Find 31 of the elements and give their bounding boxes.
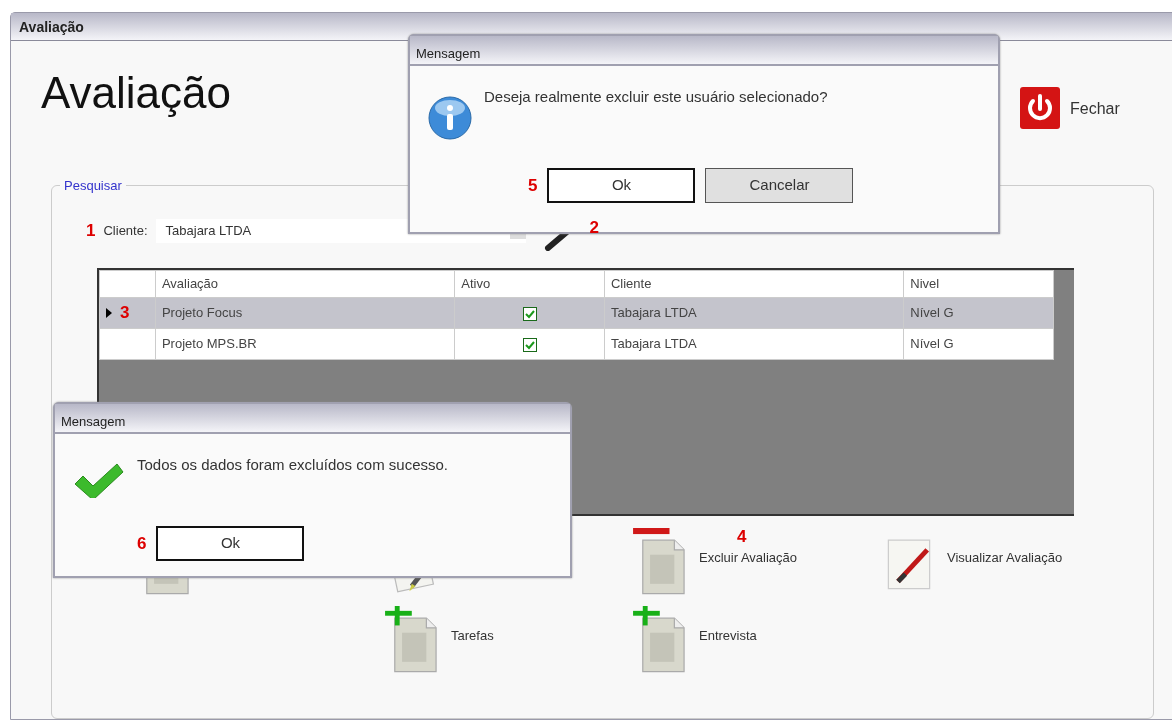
callout-number: 3 [120, 302, 130, 325]
callout-number: 6 [137, 532, 147, 555]
callout-number: 1 [86, 220, 96, 243]
action-button[interactable]: Excluir Avaliação 4 [633, 528, 853, 606]
dialog-message: Todos os dados foram excluídos com sucesso. [137, 455, 448, 475]
action-button[interactable]: Entrevista [633, 606, 853, 684]
table-cell: Nível G [903, 328, 1054, 360]
column-header: Avaliação [155, 270, 455, 298]
page-heading: Avaliação [41, 67, 231, 119]
table-cell: Tabajara LTDA [604, 297, 904, 329]
dialog-button[interactable]: Ok [156, 526, 305, 561]
field-label: Cliente: [103, 222, 148, 241]
dialog-title: Mensagem [410, 36, 998, 66]
dialog-message: Deseja realmente excluir este usuário selecionado? [484, 87, 828, 107]
callout-number: 5 [528, 174, 538, 197]
table-cell: Nível G [903, 297, 1054, 329]
column-header: Nivel [903, 270, 1054, 298]
action-button[interactable]: Visualizar Avaliação [881, 528, 1101, 606]
dialog-button[interactable]: Cancelar [705, 168, 854, 203]
dialog-button[interactable]: Ok [547, 168, 696, 203]
table-cell: Projeto MPS.BR [155, 328, 455, 360]
table-cell: Projeto Focus [155, 297, 455, 329]
close-button[interactable]: Fechar [1020, 87, 1120, 129]
column-header: Cliente [604, 270, 904, 298]
callout-number: 4 [737, 526, 747, 548]
dialog-title: Mensagem [55, 404, 570, 434]
callout-number: 2 [589, 217, 599, 239]
column-header: Ativo [454, 270, 605, 298]
group-title: Pesquisar [63, 179, 123, 192]
action-button[interactable]: Tarefas [385, 606, 605, 684]
table-cell: Tabajara LTDA [604, 328, 904, 360]
